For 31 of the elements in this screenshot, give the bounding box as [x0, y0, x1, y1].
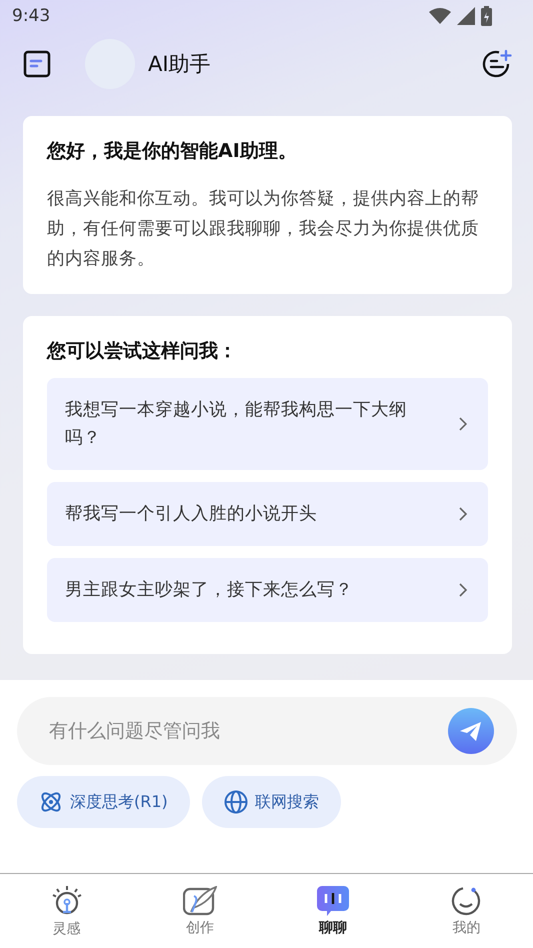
nav-tab[interactable]: 灵感 — [0, 874, 134, 948]
lightbulb-icon — [50, 884, 83, 916]
atom-icon — [39, 790, 63, 814]
nav-tab[interactable]: 聊聊 — [266, 874, 400, 948]
web-search-toggle[interactable]: 联网搜索 — [202, 776, 341, 828]
status-time: 9:43 — [12, 6, 50, 26]
battery-icon — [481, 6, 492, 26]
history-icon[interactable] — [23, 50, 51, 78]
deep-think-toggle[interactable]: 深度思考(R1) — [17, 776, 190, 828]
send-icon[interactable] — [448, 708, 494, 754]
signal-icon — [457, 7, 475, 25]
chevron-right-icon — [458, 506, 468, 522]
smile-icon — [451, 886, 482, 916]
chevron-right-icon — [458, 582, 468, 598]
greeting-title: 您好，我是你的智能AI助理。 — [47, 139, 298, 164]
suggestion-item[interactable]: 帮我写一个引人入胜的小说开头 — [47, 482, 488, 546]
quill-icon — [182, 886, 217, 916]
suggestion-item[interactable]: 男主跟女主吵架了，接下来怎么写？ — [47, 558, 488, 622]
new-chat-icon[interactable] — [482, 49, 512, 79]
message-input-bar[interactable]: 有什么问题尽管问我 — [17, 697, 517, 765]
chat-bubble-icon — [317, 886, 350, 916]
chevron-right-icon — [458, 416, 468, 432]
suggestions-title: 您可以尝试这样问我： — [47, 339, 238, 364]
nav-tab[interactable]: 创作 — [133, 874, 266, 948]
nav-tab[interactable]: 我的 — [400, 874, 533, 948]
suggestion-item[interactable]: 我想写一本穿越小说，能帮我构思一下大纲吗？ — [47, 378, 488, 470]
greeting-text: 很高兴能和你互动。我可以为你答疑，提供内容上的帮助，有任何需要可以跟我聊聊，我会尽力为你提供优质的内容服务。 — [47, 188, 480, 271]
globe-icon — [224, 790, 248, 814]
page-title: AI助手 — [148, 51, 211, 78]
wifi-icon — [429, 8, 451, 24]
message-input[interactable]: 有什么问题尽管问我 — [47, 719, 448, 743]
